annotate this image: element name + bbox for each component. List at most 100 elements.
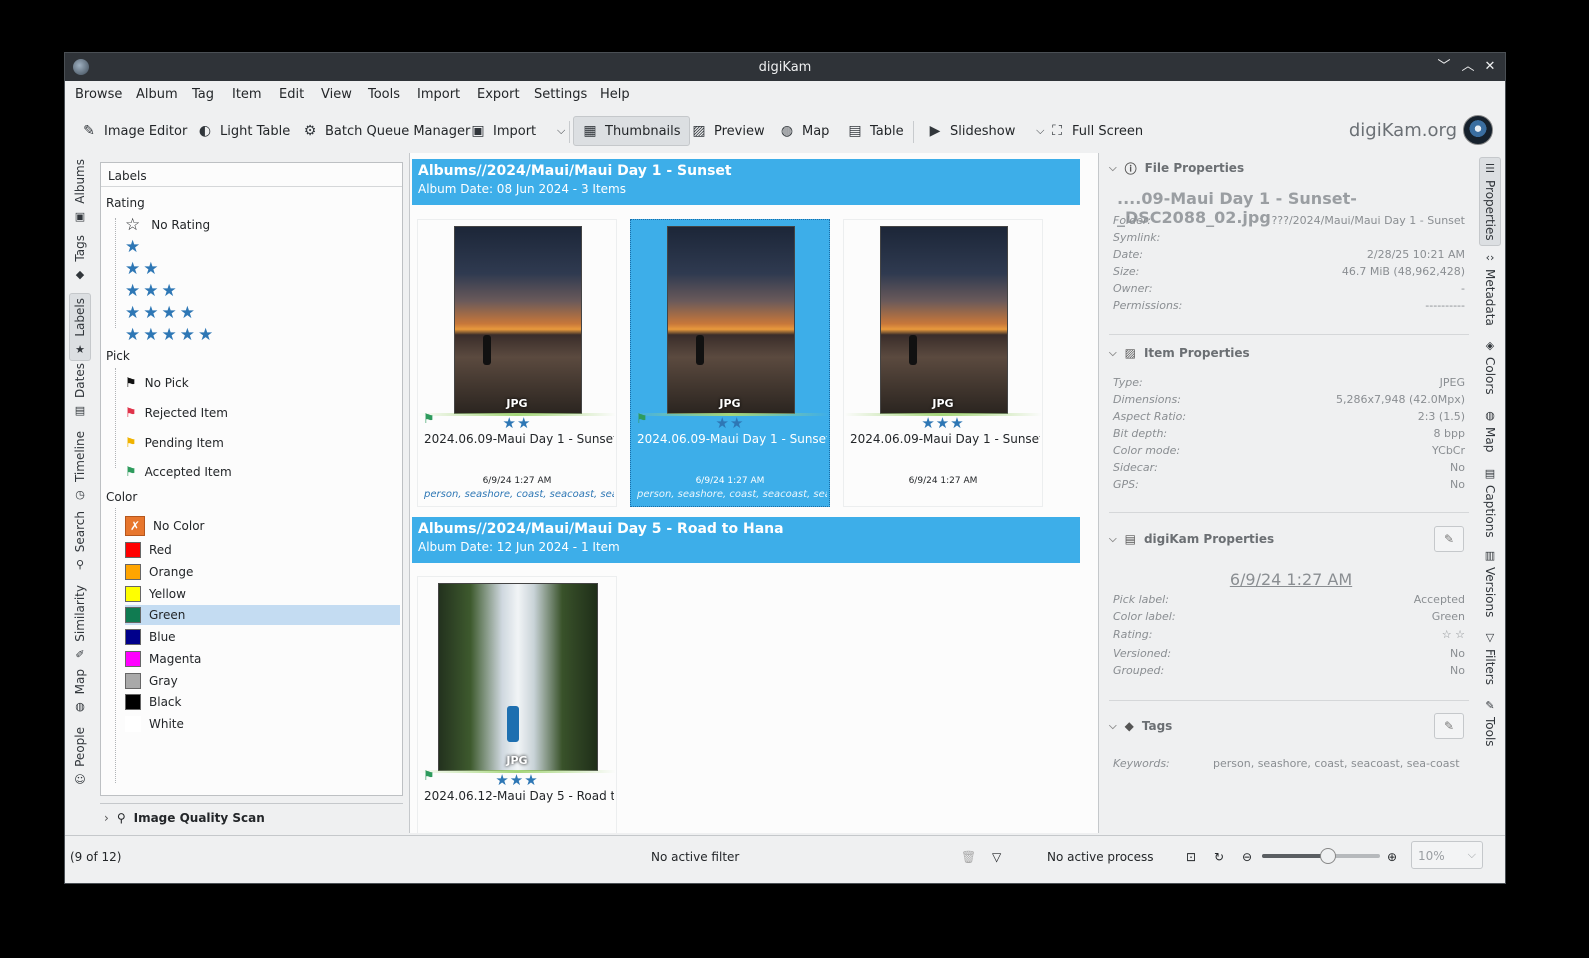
thumbnail-item[interactable]: JPG ★★★ 2024.06.09-Maui Day 1 - Sunset-.… xyxy=(843,219,1043,507)
tab-albums[interactable]: Albums ▣ xyxy=(69,159,91,223)
rating-3[interactable]: ★★★ xyxy=(125,281,400,301)
chevron-down-icon[interactable]: ⌵ xyxy=(553,123,569,139)
digikam-properties-group[interactable]: ⌵ ▤ digiKam Properties xyxy=(1109,528,1469,550)
prop-sidecar: Sidecar: No xyxy=(1113,461,1465,474)
tab-metadata[interactable]: ‹› Metadata xyxy=(1479,251,1501,326)
file-name: 2024.06.09-Maui Day 1 - Sunset-... xyxy=(850,432,1040,446)
tab-labels[interactable]: Labels ★ xyxy=(69,293,91,361)
edit-properties-button[interactable]: ✎ xyxy=(1434,526,1464,552)
menu-tools[interactable]: Tools xyxy=(368,87,400,102)
rating-stars[interactable]: ★★★ xyxy=(844,414,1042,432)
color-magenta[interactable]: Magenta xyxy=(125,649,400,669)
tag-icon: ◆ xyxy=(75,267,85,281)
tab-search[interactable]: Search ⚲ xyxy=(69,511,91,571)
item-properties-group[interactable]: ⌵ ▨ Item Properties xyxy=(1109,342,1469,364)
color-blue[interactable]: Blue xyxy=(125,627,400,647)
slideshow-button[interactable]: ▶ Slideshow ⌵ xyxy=(919,116,1056,146)
menu-tag[interactable]: Tag xyxy=(192,87,214,102)
light-table-button[interactable]: ◐ Light Table xyxy=(189,116,298,146)
tab-map[interactable]: Map ◍ xyxy=(69,669,91,713)
menu-album[interactable]: Album xyxy=(136,87,178,102)
tab-captions[interactable]: ▤ Captions xyxy=(1479,467,1501,538)
chevron-down-icon[interactable]: ⌵ xyxy=(1109,721,1117,732)
close-icon[interactable]: ✕ xyxy=(1481,58,1499,76)
color-white[interactable]: White xyxy=(125,714,400,734)
rating-stars[interactable]: ★★★ xyxy=(418,771,616,789)
color-none[interactable]: ✗ No Color xyxy=(125,514,400,538)
thumbnail-item-selected[interactable]: JPG ⚑ ★★ 2024.06.09-Maui Day 1 - Sunset-… xyxy=(630,219,830,507)
minimize-icon[interactable]: ﹀ xyxy=(1435,58,1453,76)
digikam-brand[interactable]: digiKam.org xyxy=(1349,115,1493,145)
format-badge: JPG xyxy=(506,754,528,767)
trash-icon[interactable]: 🗑 xyxy=(961,850,976,864)
tab-versions[interactable]: ▥ Versions xyxy=(1479,549,1501,617)
tab-colors[interactable]: ◈ Colors xyxy=(1479,339,1501,395)
zoom-slider[interactable] xyxy=(1262,848,1380,864)
rating-4[interactable]: ★★★★ xyxy=(125,303,400,323)
menu-browse[interactable]: Browse xyxy=(75,87,122,102)
rating-2[interactable]: ★★ xyxy=(125,259,400,279)
album-header[interactable]: Albums//2024/Maui/Maui Day 5 - Road to H… xyxy=(412,517,1080,563)
maximize-icon[interactable]: ︿ xyxy=(1459,58,1477,76)
pick-pending[interactable]: ⚑ Pending Item xyxy=(125,433,400,453)
zoom-fit-icon[interactable]: ⊡ xyxy=(1186,850,1196,864)
zoom-slider-handle[interactable] xyxy=(1320,848,1337,864)
color-swatch xyxy=(125,586,141,602)
menu-edit[interactable]: Edit xyxy=(279,87,304,102)
prop-gps: GPS: No xyxy=(1113,478,1465,491)
color-black[interactable]: Black xyxy=(125,692,400,712)
thumbnails-button[interactable]: ▦ Thumbnails xyxy=(573,116,690,146)
filter-icon[interactable]: ▽ xyxy=(992,850,1001,864)
image-editor-button[interactable]: ✎ Image Editor xyxy=(73,116,195,146)
thumbnail-item[interactable]: JPG ⚑ ★★★ 2024.06.12-Maui Day 5 - Road t… xyxy=(417,576,617,833)
table-button[interactable]: ▤ Table xyxy=(839,116,912,146)
rating-5[interactable]: ★★★★★ xyxy=(125,325,400,345)
menu-settings[interactable]: Settings xyxy=(534,87,587,102)
digikam-date[interactable]: 6/9/24 1:27 AM xyxy=(1105,570,1477,589)
tab-tools[interactable]: ✎ Tools xyxy=(1479,699,1501,747)
tab-dates[interactable]: Dates ▤ xyxy=(69,363,91,417)
chevron-down-icon[interactable]: ⌵ xyxy=(1109,348,1117,359)
file-properties-group[interactable]: ⌵ ⓘ File Properties xyxy=(1109,157,1469,179)
full-screen-button[interactable]: ⛶ Full Screen xyxy=(1041,116,1151,146)
tab-similarity[interactable]: Similarity ✐ xyxy=(69,585,91,661)
chevron-down-icon[interactable]: ⌵ xyxy=(1109,163,1117,174)
menu-import[interactable]: Import xyxy=(417,87,460,102)
zoom-out-icon[interactable]: ⊖ xyxy=(1242,850,1252,864)
color-gray[interactable]: Gray xyxy=(125,671,400,691)
map-button[interactable]: ◍ Map xyxy=(771,116,837,146)
rating-1[interactable]: ★ xyxy=(125,237,400,257)
edit-tags-button[interactable]: ✎ xyxy=(1434,713,1464,739)
tags-group[interactable]: ⌵ ◆ Tags xyxy=(1109,715,1469,737)
color-green[interactable]: Green xyxy=(125,605,400,625)
tab-filters[interactable]: ▽ Filters xyxy=(1479,631,1501,685)
preview-button[interactable]: ▨ Preview xyxy=(683,116,773,146)
rating-none[interactable]: ☆ No Rating xyxy=(125,215,400,235)
batch-queue-button[interactable]: ⚙ Batch Queue Manager xyxy=(294,116,478,146)
menu-help[interactable]: Help xyxy=(600,87,630,102)
tab-map[interactable]: ◍ Map xyxy=(1479,409,1501,452)
album-header[interactable]: Albums//2024/Maui/Maui Day 1 - Sunset Al… xyxy=(412,159,1080,205)
import-button[interactable]: ▣ Import ⌵ xyxy=(462,116,577,146)
rating-stars[interactable]: ★★ xyxy=(418,414,616,432)
image-quality-scan-toggle[interactable]: › ⚲ Image Quality Scan xyxy=(100,803,403,831)
zoom-reset-icon[interactable]: ↻ xyxy=(1214,850,1224,864)
zoom-level-select[interactable]: 10% ⌵ xyxy=(1411,841,1483,869)
pick-accepted[interactable]: ⚑ Accepted Item xyxy=(125,462,400,482)
menu-item[interactable]: Item xyxy=(232,87,262,102)
zoom-in-icon[interactable]: ⊕ xyxy=(1387,850,1397,864)
pick-rejected[interactable]: ⚑ Rejected Item xyxy=(125,403,400,423)
tab-timeline[interactable]: Timeline ◷ xyxy=(69,431,91,501)
tab-properties[interactable]: ☰ Properties xyxy=(1479,157,1501,246)
thumbnail-item[interactable]: JPG ⚑ ★★ 2024.06.09-Maui Day 1 - Sunset-… xyxy=(417,219,617,507)
tab-people[interactable]: People ☺ xyxy=(69,727,91,786)
menu-export[interactable]: Export xyxy=(477,87,520,102)
menu-view[interactable]: View xyxy=(321,87,352,102)
tab-tags[interactable]: Tags ◆ xyxy=(69,235,91,281)
pick-none[interactable]: ⚑ No Pick xyxy=(125,373,400,393)
color-red[interactable]: Red xyxy=(125,540,400,560)
color-orange[interactable]: Orange xyxy=(125,562,400,582)
rating-stars[interactable]: ★★ xyxy=(631,414,829,432)
color-yellow[interactable]: Yellow xyxy=(125,584,400,604)
chevron-down-icon[interactable]: ⌵ xyxy=(1109,534,1117,545)
